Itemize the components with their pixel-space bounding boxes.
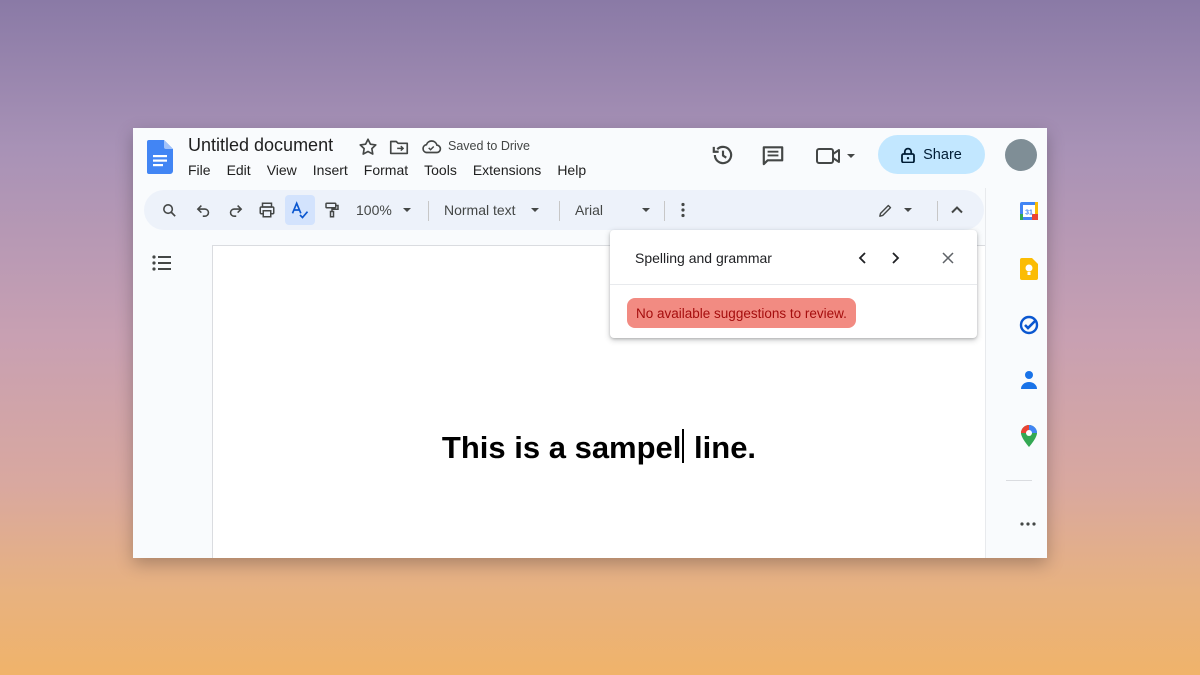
zoom-select[interactable]: 100% bbox=[356, 190, 412, 230]
menu-file[interactable]: File bbox=[188, 162, 211, 178]
share-button[interactable]: Share bbox=[878, 135, 985, 174]
tasks-icon[interactable] bbox=[1019, 315, 1039, 335]
style-value: Normal text bbox=[444, 202, 516, 218]
undo-icon bbox=[196, 204, 210, 217]
print-icon bbox=[259, 202, 275, 218]
search-menus-button[interactable] bbox=[161, 190, 178, 230]
comments-icon[interactable] bbox=[760, 143, 786, 169]
no-suggestions-message: No available suggestions to review. bbox=[627, 298, 856, 328]
menu-help[interactable]: Help bbox=[557, 162, 586, 178]
meet-icon[interactable] bbox=[815, 144, 857, 168]
chevron-down-icon bbox=[642, 208, 651, 212]
menu-format[interactable]: Format bbox=[364, 162, 408, 178]
docs-window: Untitled document Saved to Drive File Ed… bbox=[133, 128, 1047, 558]
move-folder-icon[interactable] bbox=[388, 136, 410, 158]
chevron-down-icon bbox=[402, 208, 411, 212]
avatar[interactable] bbox=[1005, 139, 1037, 171]
close-icon[interactable] bbox=[942, 252, 954, 264]
toolbar-divider bbox=[937, 201, 938, 221]
side-panel-divider bbox=[1006, 480, 1032, 481]
toolbar-divider bbox=[559, 201, 560, 221]
pencil-icon bbox=[879, 204, 892, 217]
keep-icon[interactable] bbox=[1020, 258, 1038, 280]
spelling-panel-title: Spelling and grammar bbox=[635, 250, 772, 266]
collapse-toolbar-button[interactable] bbox=[950, 190, 964, 230]
style-select[interactable]: Normal text bbox=[444, 190, 540, 230]
redo-button[interactable] bbox=[227, 190, 244, 230]
spellcheck-icon bbox=[291, 201, 309, 219]
spelling-panel-divider bbox=[610, 284, 977, 285]
more-vert-icon bbox=[681, 202, 685, 218]
font-select[interactable]: Arial bbox=[575, 190, 651, 230]
outline-icon[interactable] bbox=[151, 253, 173, 273]
svg-text:31: 31 bbox=[1025, 210, 1033, 217]
menu-tools[interactable]: Tools bbox=[424, 162, 457, 178]
menu-bar: File Edit View Insert Format Tools Exten… bbox=[188, 162, 602, 178]
chevron-down-icon bbox=[904, 208, 912, 212]
side-panel: 31 bbox=[985, 188, 1047, 558]
paint-format-button[interactable] bbox=[323, 190, 341, 230]
paint-format-icon bbox=[325, 202, 339, 218]
more-horiz-icon[interactable] bbox=[1019, 521, 1037, 527]
toolbar: 100% Normal text Arial bbox=[144, 190, 984, 230]
zoom-value: 100% bbox=[356, 202, 392, 218]
document-body-text[interactable]: This is a sampel line. bbox=[213, 429, 985, 466]
menu-view[interactable]: View bbox=[267, 162, 297, 178]
share-label: Share bbox=[923, 146, 962, 163]
chevron-left-icon[interactable] bbox=[856, 251, 870, 265]
maps-icon[interactable] bbox=[1021, 425, 1037, 447]
font-value: Arial bbox=[575, 202, 604, 218]
history-icon[interactable] bbox=[710, 142, 736, 168]
calendar-icon[interactable]: 31 bbox=[1019, 201, 1039, 221]
more-options-button[interactable] bbox=[680, 190, 686, 230]
menu-edit[interactable]: Edit bbox=[227, 162, 251, 178]
undo-button[interactable] bbox=[195, 190, 212, 230]
collapse-icon bbox=[951, 206, 963, 214]
lock-icon bbox=[901, 147, 916, 163]
editing-mode-button[interactable] bbox=[877, 190, 913, 230]
docs-logo-icon[interactable] bbox=[147, 140, 173, 174]
chevron-down-icon bbox=[530, 208, 539, 212]
chevron-right-icon[interactable] bbox=[888, 251, 902, 265]
menu-extensions[interactable]: Extensions bbox=[473, 162, 541, 178]
text-after-cursor: line. bbox=[685, 430, 757, 465]
print-button[interactable] bbox=[258, 190, 276, 230]
document-title[interactable]: Untitled document bbox=[188, 135, 333, 156]
cloud-saved-icon[interactable] bbox=[420, 136, 442, 158]
saved-status: Saved to Drive bbox=[448, 139, 530, 153]
toolbar-divider bbox=[664, 201, 665, 221]
search-icon bbox=[163, 203, 176, 217]
spelling-grammar-panel: Spelling and grammar No available sugges… bbox=[610, 230, 977, 338]
contacts-icon[interactable] bbox=[1021, 370, 1037, 390]
spellcheck-button[interactable] bbox=[285, 195, 315, 225]
text-before-cursor: This is a sampel bbox=[441, 430, 682, 465]
redo-icon bbox=[229, 204, 243, 217]
star-icon[interactable] bbox=[357, 136, 379, 158]
toolbar-divider bbox=[428, 201, 429, 221]
menu-insert[interactable]: Insert bbox=[313, 162, 348, 178]
